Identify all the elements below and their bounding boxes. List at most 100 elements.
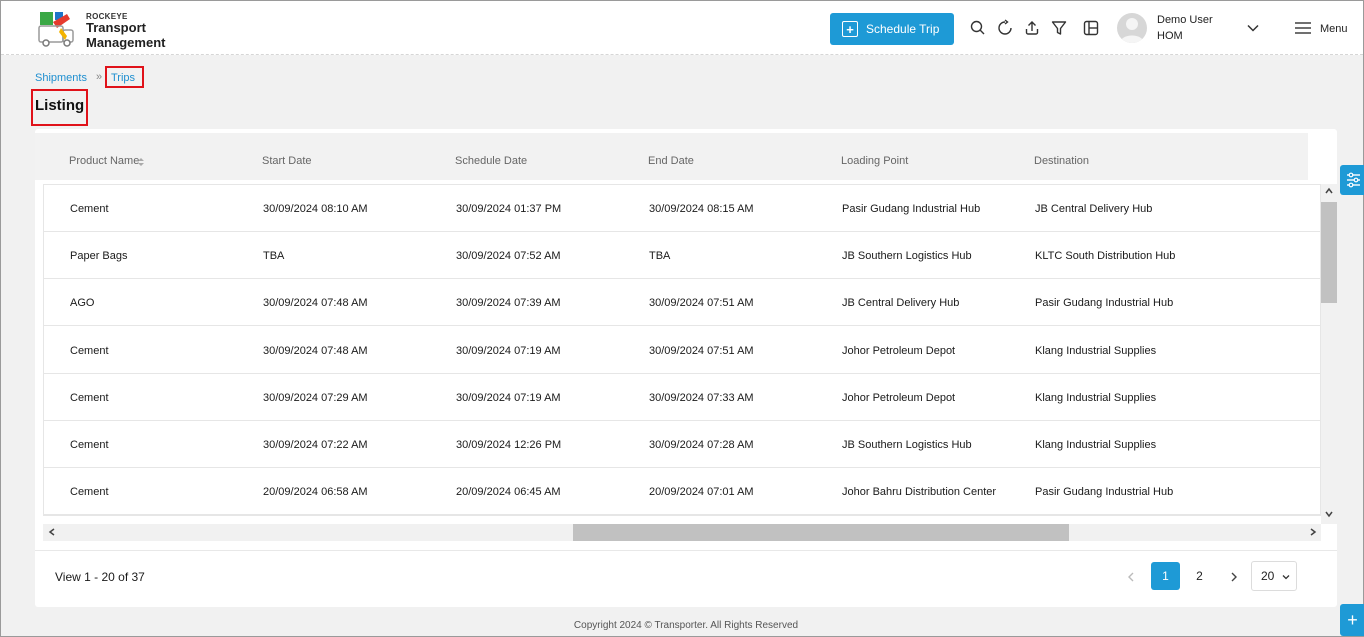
scroll-left-icon[interactable] — [48, 528, 56, 536]
column-header-product-name[interactable]: Product Name — [69, 155, 139, 167]
table-cell: Pasir Gudang Industrial Hub — [1035, 297, 1174, 310]
user-org[interactable]: HOM — [1157, 30, 1183, 42]
filter-icon[interactable] — [1050, 19, 1068, 37]
chevron-left-icon[interactable] — [1125, 570, 1137, 584]
plus-icon: + — [842, 21, 858, 37]
table-row[interactable]: Cement 30/09/2024 08:10 AM 30/09/2024 01:3… — [44, 185, 1320, 232]
table-cell: Cement — [70, 486, 109, 499]
table-row[interactable]: Cement 30/09/2024 07:29 AM 30/09/2024 07:1… — [44, 374, 1320, 421]
table-cell: Cement — [70, 439, 109, 451]
columns-icon[interactable] — [1082, 19, 1100, 37]
page-size-value: 20 — [1261, 569, 1275, 583]
table-cell: 30/09/2024 07:51 AM — [649, 344, 754, 357]
table-cell: Johor Bahru Distribution Center — [842, 486, 997, 499]
search-icon[interactable] — [969, 19, 987, 37]
breadcrumb-separator-icon: » — [96, 71, 103, 83]
table-cell: 30/09/2024 07:51 AM — [649, 297, 754, 310]
table-cell: 20/09/2024 06:45 AM — [456, 486, 561, 499]
menu-label[interactable]: Menu — [1320, 23, 1348, 35]
table-cell: JB Central Delivery Hub — [842, 297, 960, 310]
page-button-1[interactable]: 1 — [1151, 562, 1180, 590]
column-header-loading-point[interactable]: Loading Point — [841, 155, 908, 167]
table-cell: TBA — [649, 250, 671, 263]
table-cell: AGO — [70, 297, 95, 310]
table-cell: 20/09/2024 07:01 AM — [649, 486, 754, 499]
table-cell: Klang Industrial Supplies — [1035, 344, 1157, 357]
view-count: View 1 - 20 of 37 — [55, 570, 145, 584]
breadcrumb-shipments[interactable]: Shipments — [35, 72, 87, 84]
table-cell: JB Southern Logistics Hub — [842, 250, 972, 263]
page-button-2[interactable]: 2 — [1185, 562, 1214, 590]
scroll-down-icon[interactable] — [1325, 510, 1333, 518]
table-cell: Johor Petroleum Depot — [842, 391, 956, 404]
table-cell: 30/09/2024 07:48 AM — [263, 297, 368, 310]
schedule-trip-label: Schedule Trip — [866, 22, 940, 36]
column-header-destination[interactable]: Destination — [1034, 155, 1089, 167]
breadcrumb-trips[interactable]: Trips — [111, 72, 135, 84]
table-row[interactable]: Cement 20/09/2024 06:58 AM 20/09/2024 06:4… — [44, 468, 1320, 515]
table-cell: Johor Petroleum Depot — [842, 344, 956, 357]
horizontal-scroll-thumb[interactable] — [573, 524, 1069, 541]
copyright: Copyright 2024 © Transporter. All Rights… — [573, 620, 799, 631]
table-cell: Pasir Gudang Industrial Hub — [842, 203, 981, 215]
scroll-right-icon[interactable] — [1309, 528, 1317, 536]
column-header-schedule-date[interactable]: Schedule Date — [455, 155, 527, 167]
divider — [35, 550, 1337, 551]
sort-icon[interactable] — [138, 158, 144, 166]
upload-icon[interactable] — [1023, 19, 1041, 37]
table-cell: Klang Industrial Supplies — [1035, 439, 1157, 451]
table-row[interactable]: Cement 30/09/2024 07:48 AM 30/09/2024 07:1… — [44, 327, 1320, 374]
table-cell: 30/09/2024 07:48 AM — [263, 344, 368, 357]
table-cell: Pasir Gudang Industrial Hub — [1035, 486, 1174, 499]
table-row[interactable]: AGO 30/09/2024 07:48 AM 30/09/2024 07:39 A… — [44, 279, 1320, 327]
user-name[interactable]: Demo User — [1157, 14, 1213, 26]
chevron-down-icon[interactable] — [1246, 21, 1260, 35]
brand-name-line-2: Management — [86, 35, 166, 50]
table-cell: Klang Industrial Supplies — [1035, 391, 1157, 404]
column-header-start-date[interactable]: Start Date — [262, 155, 312, 167]
table-cell: 30/09/2024 07:22 AM — [263, 439, 368, 451]
listing-card: Product Name Start Date Schedule Date En… — [35, 129, 1337, 607]
table-cell: KLTC South Distribution Hub — [1035, 250, 1176, 263]
table-header: Product Name Start Date Schedule Date En… — [35, 133, 1308, 180]
table-cell: 30/09/2024 07:39 AM — [456, 297, 561, 310]
table-cell: Cement — [70, 203, 109, 215]
table-cell: 30/09/2024 07:28 AM — [649, 439, 754, 451]
table-cell: 30/09/2024 07:19 AM — [456, 344, 561, 357]
column-header-end-date[interactable]: End Date — [648, 155, 694, 167]
table-cell: 30/09/2024 07:19 AM — [456, 391, 561, 404]
table-cell: TBA — [263, 250, 285, 263]
page-size-select[interactable]: 20 — [1251, 561, 1297, 591]
table-cell: Cement — [70, 344, 109, 357]
chevron-down-icon — [1282, 575, 1290, 580]
scroll-up-icon[interactable] — [1325, 187, 1333, 195]
page-title: Listing — [35, 97, 85, 114]
avatar[interactable] — [1117, 13, 1147, 43]
sliders-icon — [1347, 172, 1360, 188]
table-cell: 30/09/2024 08:10 AM — [263, 203, 368, 215]
hamburger-menu-icon[interactable] — [1295, 21, 1311, 35]
top-header: ROCKEYE Transport Management + Schedule … — [1, 1, 1363, 55]
table-cell: 30/09/2024 07:52 AM — [456, 250, 561, 263]
table-cell: 30/09/2024 07:29 AM — [263, 391, 368, 404]
plus-icon: + — [1347, 609, 1358, 630]
table-cell: 30/09/2024 08:15 AM — [649, 203, 754, 215]
table-cell: JB Southern Logistics Hub — [842, 439, 972, 451]
side-settings-button[interactable] — [1340, 165, 1364, 195]
table-cell: 30/09/2024 12:26 PM — [456, 439, 562, 451]
brand-name-line-1: Transport — [86, 20, 146, 35]
user-avatar-icon — [1120, 18, 1144, 43]
schedule-trip-button[interactable]: + Schedule Trip — [830, 13, 954, 45]
table-row[interactable]: Paper Bags TBA 30/09/2024 07:52 AM TBA JB So… — [44, 232, 1320, 280]
table-row[interactable]: Cement 30/09/2024 07:22 AM 30/09/2024 12:2… — [44, 421, 1320, 468]
table-cell: JB Central Delivery Hub — [1035, 203, 1153, 215]
table-cell: 20/09/2024 06:58 AM — [263, 486, 368, 499]
table-cell: 30/09/2024 01:37 PM — [456, 203, 562, 215]
app-logo[interactable] — [37, 10, 77, 48]
table-body: Cement 30/09/2024 08:10 AM 30/09/2024 01:3… — [43, 184, 1321, 516]
side-add-button[interactable]: + — [1340, 604, 1364, 636]
chevron-right-icon[interactable] — [1228, 570, 1240, 584]
refresh-icon[interactable] — [996, 19, 1014, 37]
vertical-scroll-thumb[interactable] — [1321, 202, 1337, 303]
table-cell: 30/09/2024 07:33 AM — [649, 391, 754, 404]
